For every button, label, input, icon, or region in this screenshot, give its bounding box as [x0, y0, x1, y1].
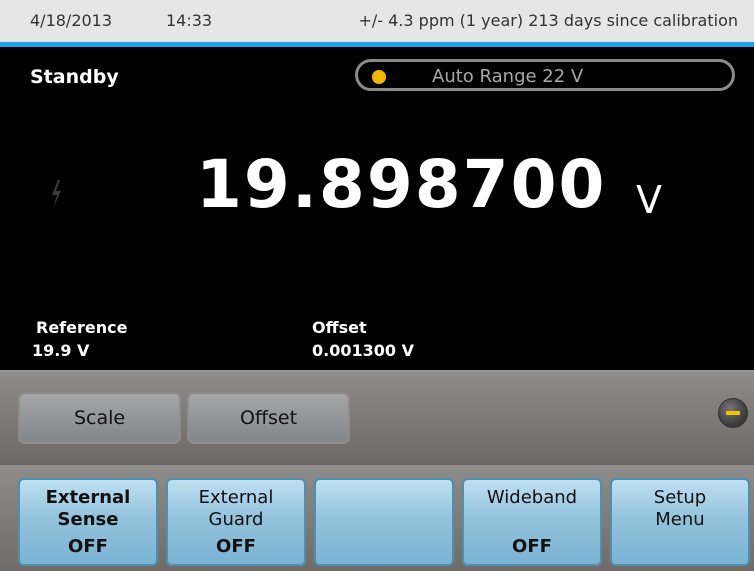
- calibration-status: +/- 4.3 ppm (1 year) 213 days since cali…: [358, 11, 738, 30]
- main-reading: 19.898700: [196, 146, 607, 223]
- date-text: 4/18/2013: [30, 11, 113, 30]
- scale-button[interactable]: Scale: [18, 392, 181, 444]
- softkey-external-sense[interactable]: External Sense OFF: [18, 478, 158, 566]
- softkey-label: Menu: [655, 509, 705, 530]
- offset-label: Offset: [312, 318, 367, 337]
- calibrator-screen: 4/18/2013 14:33 +/- 4.3 ppm (1 year) 213…: [0, 0, 754, 571]
- high-voltage-icon: [52, 180, 61, 208]
- range-label: Auto Range 22 V: [432, 66, 584, 87]
- softkey-label: Wideband: [486, 487, 578, 508]
- softkey-state: OFF: [68, 536, 108, 557]
- softkey-wideband[interactable]: Wideband OFF: [462, 478, 602, 566]
- softkey-label: Setup: [653, 487, 707, 508]
- status-divider: [0, 42, 754, 47]
- offset-button[interactable]: Offset: [187, 392, 350, 444]
- softkey-setup-menu[interactable]: Setup Menu: [610, 478, 750, 566]
- softkey-label: Sense: [57, 509, 119, 530]
- softkey-state: OFF: [216, 536, 256, 557]
- softkey-blank[interactable]: [314, 478, 454, 566]
- range-dot-icon: [372, 70, 386, 84]
- softkey-label: Guard: [208, 509, 264, 530]
- range-indicator[interactable]: Auto Range 22 V: [355, 59, 735, 91]
- softkey-label: External: [45, 487, 131, 508]
- reading-unit: V: [636, 178, 662, 222]
- reference-label: Reference: [36, 318, 128, 337]
- minus-icon[interactable]: [718, 398, 748, 428]
- time-text: 14:33: [166, 11, 213, 30]
- status-bar: 4/18/2013 14:33 +/- 4.3 ppm (1 year) 213…: [0, 0, 754, 42]
- output-state: Standby: [30, 66, 119, 88]
- softkey-external-guard[interactable]: External Guard OFF: [166, 478, 306, 566]
- softkey-label: External: [198, 487, 274, 508]
- softkey-state: OFF: [512, 536, 552, 557]
- offset-value: 0.001300 V: [312, 341, 414, 360]
- reference-value: 19.9 V: [32, 341, 90, 360]
